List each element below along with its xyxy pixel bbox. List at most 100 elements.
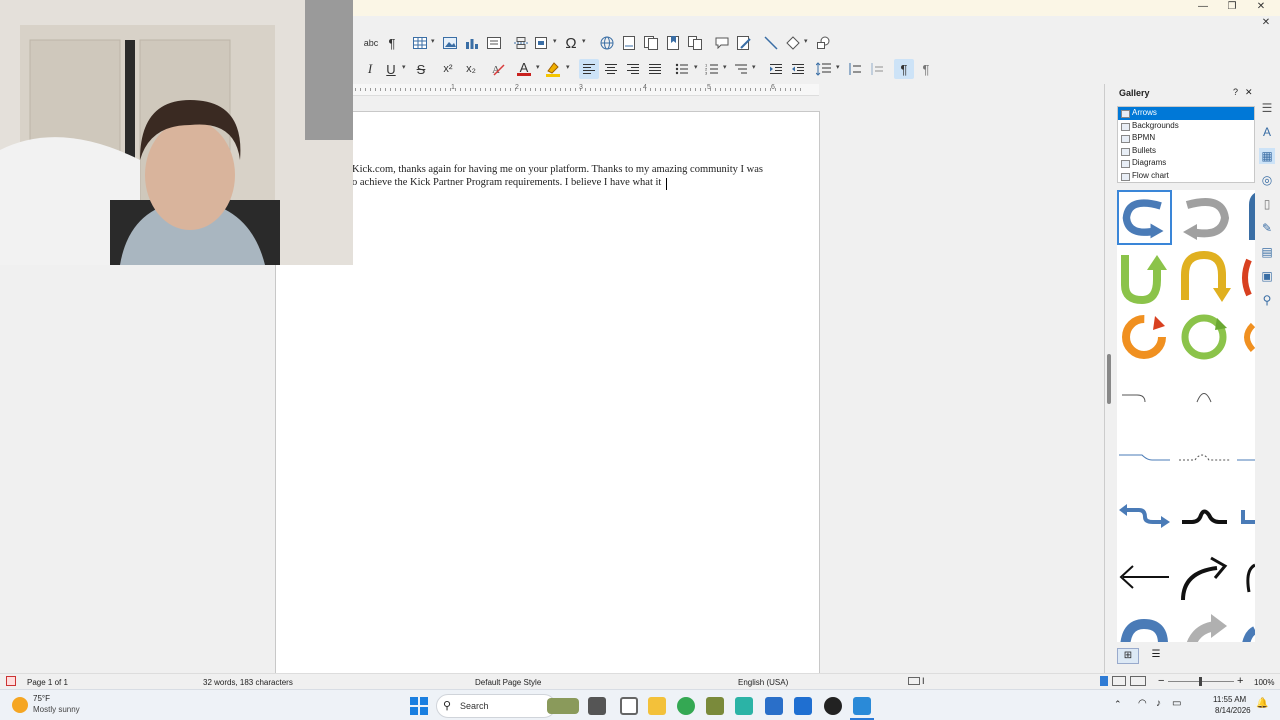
gallery-item-gray-right-arrow[interactable] <box>1177 610 1232 642</box>
gallery-item-black-left-arrow[interactable] <box>1117 550 1172 605</box>
document-page[interactable] <box>275 111 820 673</box>
gallery-item-blue-arrow-partial[interactable] <box>1235 190 1255 245</box>
gallery-item-green-u-arrow[interactable] <box>1117 250 1172 305</box>
formatting-marks-icon[interactable]: ¶ <box>382 33 402 53</box>
field-icon[interactable] <box>532 33 552 53</box>
gallery-item-black-curve-partial[interactable] <box>1235 550 1255 605</box>
properties-icon[interactable]: A <box>1259 124 1275 140</box>
minecraft-icon[interactable] <box>706 697 724 715</box>
weather-icon[interactable] <box>12 697 28 713</box>
clear-formatting-icon[interactable]: A <box>488 59 508 79</box>
decrease-paragraph-spacing-icon[interactable] <box>867 59 887 79</box>
save-status-icon[interactable] <box>6 676 16 686</box>
multi-page-view-icon[interactable] <box>1112 676 1126 686</box>
close-button[interactable]: ✕ <box>1245 0 1277 14</box>
zoom-out-button[interactable]: − <box>1158 675 1164 687</box>
font-color-button[interactable]: A <box>514 59 534 79</box>
document-text-line-2[interactable]: o achieve the Kick Partner Program requi… <box>352 177 661 188</box>
gallery-close-button[interactable]: ✕ <box>1245 87 1253 98</box>
gallery-item-orange-arrow-partial[interactable] <box>1235 310 1255 365</box>
minimize-button[interactable]: — <box>1187 0 1219 14</box>
hyperlink-icon[interactable] <box>597 33 617 53</box>
line-icon[interactable] <box>761 33 781 53</box>
close-document-button[interactable]: ✕ <box>1256 16 1276 30</box>
word-count[interactable]: 32 words, 183 characters <box>203 678 293 687</box>
right-to-left-icon[interactable]: ¶ <box>916 59 936 79</box>
gallery-item-black-wave-arrow[interactable] <box>1177 490 1232 545</box>
decrease-indent-icon[interactable] <box>788 59 808 79</box>
left-to-right-icon[interactable]: ¶ <box>894 59 914 79</box>
gallery-item-thin-arch[interactable] <box>1177 370 1232 425</box>
tray-chevron-icon[interactable]: ⌃ <box>1114 699 1122 710</box>
start-button[interactable] <box>410 697 428 715</box>
line-spacing-dropdown-icon[interactable]: ▾ <box>836 64 842 71</box>
underline-button[interactable]: U <box>381 59 401 79</box>
store-icon[interactable] <box>794 697 812 715</box>
icon-view-button[interactable]: ⊞ <box>1117 648 1139 664</box>
writer-icon[interactable] <box>853 697 871 715</box>
track-changes-icon[interactable] <box>734 33 754 53</box>
outline-dropdown-icon[interactable]: ▾ <box>752 64 758 71</box>
gallery-item-green-circular-arrow[interactable] <box>1177 310 1232 365</box>
endnote-icon[interactable] <box>641 33 661 53</box>
align-center-icon[interactable] <box>601 59 621 79</box>
underline-dropdown-icon[interactable]: ▾ <box>402 64 408 71</box>
gallery-theme-list[interactable]: Arrows Backgrounds BPMN Bullets Diagrams… <box>1117 106 1255 183</box>
gallery-item-gray-curved-arrow[interactable] <box>1177 190 1232 245</box>
shapes-dropdown-icon[interactable]: ▾ <box>804 38 810 45</box>
calculator-icon[interactable] <box>765 697 783 715</box>
font-color-dropdown-icon[interactable]: ▾ <box>536 64 542 71</box>
insert-mode-icon[interactable]: I <box>922 676 925 686</box>
text-language[interactable]: English (USA) <box>738 678 788 687</box>
align-right-icon[interactable] <box>623 59 643 79</box>
align-left-icon[interactable] <box>579 59 599 79</box>
zoom-slider-thumb[interactable] <box>1199 677 1202 686</box>
increase-paragraph-spacing-icon[interactable] <box>845 59 865 79</box>
gallery-deck-icon[interactable]: ▦ <box>1259 148 1275 164</box>
gallery-item-blue-down-arrow[interactable] <box>1117 610 1172 642</box>
navigator-icon[interactable]: ◎ <box>1259 172 1275 188</box>
textbox-icon[interactable] <box>484 33 504 53</box>
special-character-dropdown-icon[interactable]: ▾ <box>582 38 588 45</box>
theme-bullets[interactable]: Bullets <box>1118 145 1254 158</box>
gallery-item-blue-curved-arrow[interactable] <box>1117 190 1172 245</box>
gallery-item-thin-curve-down[interactable] <box>1117 370 1172 425</box>
zoom-level[interactable]: 100% <box>1254 678 1274 687</box>
selection-mode-icon[interactable] <box>908 677 920 685</box>
basic-shapes-icon[interactable] <box>783 33 803 53</box>
special-character-icon[interactable]: Ω <box>561 33 581 53</box>
page-icon[interactable]: ▯ <box>1259 196 1275 212</box>
footnote-icon[interactable] <box>619 33 639 53</box>
battery-icon[interactable]: ▭ <box>1172 698 1181 709</box>
chart-icon[interactable] <box>462 33 482 53</box>
outline-list-icon[interactable] <box>731 59 751 79</box>
wifi-icon[interactable]: ◠ <box>1138 698 1147 709</box>
zoom-in-button[interactable]: + <box>1237 675 1243 687</box>
image-icon[interactable] <box>440 33 460 53</box>
theme-diagrams[interactable]: Diagrams <box>1118 157 1254 170</box>
notepad-icon[interactable] <box>620 697 638 715</box>
horizontal-ruler[interactable]: 1 2 3 4 5 6 <box>353 84 819 96</box>
theme-arrows[interactable]: Arrows <box>1118 107 1254 120</box>
highlight-color-icon[interactable] <box>543 59 563 79</box>
draw-functions-icon[interactable] <box>813 33 833 53</box>
gallery-item-blue-partial[interactable] <box>1235 610 1255 642</box>
comment-icon[interactable] <box>712 33 732 53</box>
bullet-list-icon[interactable] <box>672 59 692 79</box>
clock-time[interactable]: 11:55 AM <box>1213 695 1246 704</box>
bookmark-icon[interactable] <box>663 33 683 53</box>
gallery-item-orange-circular-arrow[interactable] <box>1117 310 1172 365</box>
notification-bell-icon[interactable]: 🔔 <box>1256 698 1268 709</box>
page-break-icon[interactable] <box>511 33 531 53</box>
numbered-dropdown-icon[interactable]: ▾ <box>723 64 729 71</box>
gallery-item-blue-step-arrow[interactable] <box>1117 490 1172 545</box>
theme-bpmn[interactable]: BPMN <box>1118 132 1254 145</box>
page-count[interactable]: Page 1 of 1 <box>27 678 68 687</box>
taskbar-search-box[interactable]: ⚲ Search <box>436 694 579 718</box>
field-dropdown-icon[interactable]: ▾ <box>553 38 559 45</box>
bullet-dropdown-icon[interactable]: ▾ <box>694 64 700 71</box>
subscript-button[interactable]: x₂ <box>461 59 481 79</box>
theme-flow-chart[interactable]: Flow chart <box>1118 170 1254 183</box>
gallery-item-black-curved-arrow[interactable] <box>1177 550 1232 605</box>
chrome-icon[interactable] <box>677 697 695 715</box>
